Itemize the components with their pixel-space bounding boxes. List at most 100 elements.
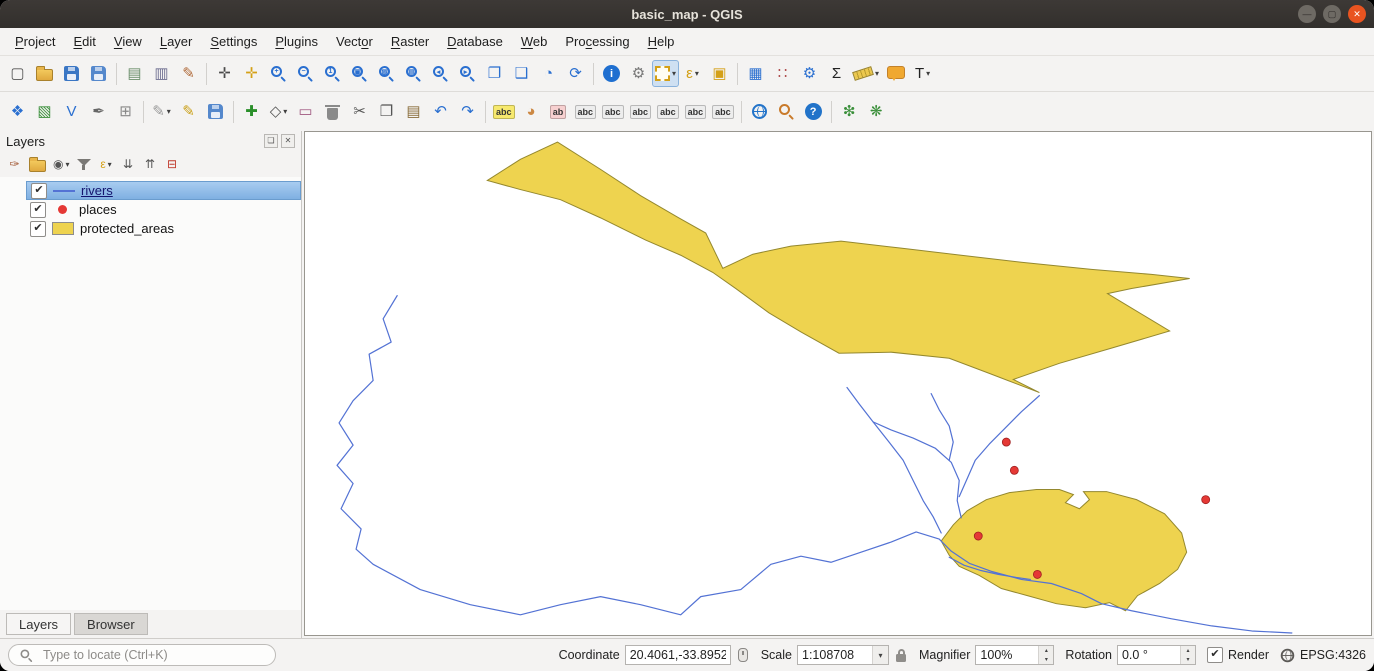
text-annotation-dropdown-icon[interactable]: ▾: [926, 69, 930, 78]
labeling-single-button[interactable]: ab: [545, 98, 572, 125]
current-edits-button[interactable]: ✎▾: [148, 98, 175, 125]
manage-map-themes-button[interactable]: ◉▾: [50, 154, 73, 175]
scale-combo[interactable]: ▾: [797, 645, 889, 665]
new-shapefile-layer-button[interactable]: V: [58, 98, 85, 125]
identify-features-button[interactable]: i: [598, 60, 625, 87]
select-by-expression-button[interactable]: ε▾: [679, 60, 706, 87]
rotation-up-button[interactable]: ▴: [1181, 646, 1195, 655]
undo-button[interactable]: ↶: [427, 98, 454, 125]
add-feature-button[interactable]: ✚: [238, 98, 265, 125]
map-canvas[interactable]: [305, 132, 1371, 635]
show-hidden-labels-button[interactable]: abc: [627, 98, 655, 125]
measure-line-dropdown-icon[interactable]: ▾: [875, 69, 879, 78]
save-project-as-button[interactable]: [85, 60, 112, 87]
layer-diagram-options-button[interactable]: ◕: [518, 98, 545, 125]
menu-view[interactable]: View: [105, 28, 151, 55]
style-manager-button[interactable]: ✎: [175, 60, 202, 87]
highlight-pinned-labels-button[interactable]: abc: [599, 98, 627, 125]
coordinate-input[interactable]: [625, 645, 731, 665]
select-features-dropdown-icon[interactable]: ▾: [672, 69, 676, 78]
new-map-view-button[interactable]: ❐: [481, 60, 508, 87]
move-label-button[interactable]: abc: [654, 98, 682, 125]
deselect-features-button[interactable]: ▣: [706, 60, 733, 87]
select-by-expression-dropdown-icon[interactable]: ▾: [695, 69, 699, 78]
menu-plugins[interactable]: Plugins: [266, 28, 327, 55]
zoom-full-button[interactable]: ▣: [346, 60, 373, 87]
close-button[interactable]: ✕: [1348, 5, 1366, 23]
float-panel-button[interactable]: ❏: [264, 134, 278, 148]
menu-project[interactable]: Project: [6, 28, 64, 55]
manage-map-themes-dropdown-icon[interactable]: ▾: [65, 160, 69, 169]
refresh-map-button[interactable]: ⟳: [562, 60, 589, 87]
locate-input[interactable]: [41, 647, 266, 663]
collapse-all-button[interactable]: ⇈: [140, 154, 161, 175]
menu-raster[interactable]: Raster: [382, 28, 438, 55]
rotation-input[interactable]: [1118, 646, 1180, 664]
rotation-down-button[interactable]: ▾: [1181, 655, 1195, 664]
plugin-tool-1-button[interactable]: ❇: [836, 98, 863, 125]
layer-item-rivers[interactable]: ✔rivers: [26, 181, 301, 200]
scale-input[interactable]: [798, 646, 872, 664]
select-features-button[interactable]: ▾: [652, 60, 679, 87]
layer-labeling-options-button[interactable]: abc: [490, 98, 518, 125]
save-project-button[interactable]: [58, 60, 85, 87]
menu-vector[interactable]: Vector: [327, 28, 382, 55]
vertex-tool-button[interactable]: ◇▾: [265, 98, 292, 125]
new-project-button[interactable]: ▢: [4, 60, 31, 87]
title-bar[interactable]: basic_map - QGIS — ▢ ✕: [0, 0, 1374, 28]
filter-by-expression-dropdown-icon[interactable]: ▾: [108, 160, 112, 169]
current-edits-dropdown-icon[interactable]: ▾: [167, 107, 171, 116]
filter-by-expression-button[interactable]: ε▾: [96, 154, 117, 175]
modify-attributes-button[interactable]: ▭: [292, 98, 319, 125]
maximize-button[interactable]: ▢: [1323, 5, 1341, 23]
rotation-spinner[interactable]: ▴ ▾: [1117, 645, 1196, 665]
open-attribute-table-button[interactable]: ▦: [742, 60, 769, 87]
magnifier-down-button[interactable]: ▾: [1039, 655, 1053, 664]
vertex-tool-dropdown-icon[interactable]: ▾: [283, 107, 287, 116]
copy-features-button[interactable]: ❐: [373, 98, 400, 125]
rotate-label-button[interactable]: abc: [682, 98, 710, 125]
toggle-extents-button[interactable]: [736, 648, 750, 662]
data-source-manager-button[interactable]: ❖: [4, 98, 31, 125]
menu-edit[interactable]: Edit: [64, 28, 104, 55]
pin-labels-button[interactable]: abc: [572, 98, 600, 125]
layer-item-protected_areas[interactable]: ✔protected_areas: [26, 219, 301, 238]
magnifier-spinner[interactable]: ▴ ▾: [975, 645, 1054, 665]
menu-layer[interactable]: Layer: [151, 28, 202, 55]
layer-item-places[interactable]: ✔places: [26, 200, 301, 219]
locate-box[interactable]: [8, 644, 276, 666]
panel-tab-browser[interactable]: Browser: [74, 613, 148, 635]
menu-web[interactable]: Web: [512, 28, 557, 55]
zoom-to-layer-button[interactable]: ▤: [400, 60, 427, 87]
cut-features-button[interactable]: ✂: [346, 98, 373, 125]
new-print-layout-button[interactable]: ▤: [121, 60, 148, 87]
zoom-next-button[interactable]: ▸: [454, 60, 481, 87]
menu-settings[interactable]: Settings: [201, 28, 266, 55]
add-group-button[interactable]: [26, 154, 49, 175]
menu-help[interactable]: Help: [639, 28, 684, 55]
menu-database[interactable]: Database: [438, 28, 512, 55]
map-tips-button[interactable]: [882, 60, 909, 87]
text-annotation-button[interactable]: T▾: [909, 60, 936, 87]
filter-legend-button[interactable]: [74, 154, 95, 175]
close-panel-button[interactable]: ✕: [281, 134, 295, 148]
new-3d-map-view-button[interactable]: ❑: [508, 60, 535, 87]
change-label-properties-button[interactable]: abc: [709, 98, 737, 125]
redo-button[interactable]: ↷: [454, 98, 481, 125]
delete-selected-button[interactable]: [319, 98, 346, 125]
run-feature-action-button[interactable]: ⚙: [625, 60, 652, 87]
new-spatialite-layer-button[interactable]: ✒: [85, 98, 112, 125]
pan-to-selection-button[interactable]: ✛: [238, 60, 265, 87]
magnifier-up-button[interactable]: ▴: [1039, 646, 1053, 655]
open-layer-styling-button[interactable]: ✑: [4, 154, 25, 175]
web-globe-button[interactable]: [746, 98, 773, 125]
menu-processing[interactable]: Processing: [556, 28, 638, 55]
open-project-button[interactable]: [31, 60, 58, 87]
zoom-to-selection-button[interactable]: ▨: [373, 60, 400, 87]
lock-scale-button[interactable]: [894, 649, 908, 662]
crs-group[interactable]: EPSG:4326: [1280, 648, 1366, 663]
minimize-button[interactable]: —: [1298, 5, 1316, 23]
map-area[interactable]: [304, 131, 1372, 636]
layer-checkbox-places[interactable]: ✔: [30, 202, 46, 218]
magnifier-input[interactable]: [976, 646, 1038, 664]
